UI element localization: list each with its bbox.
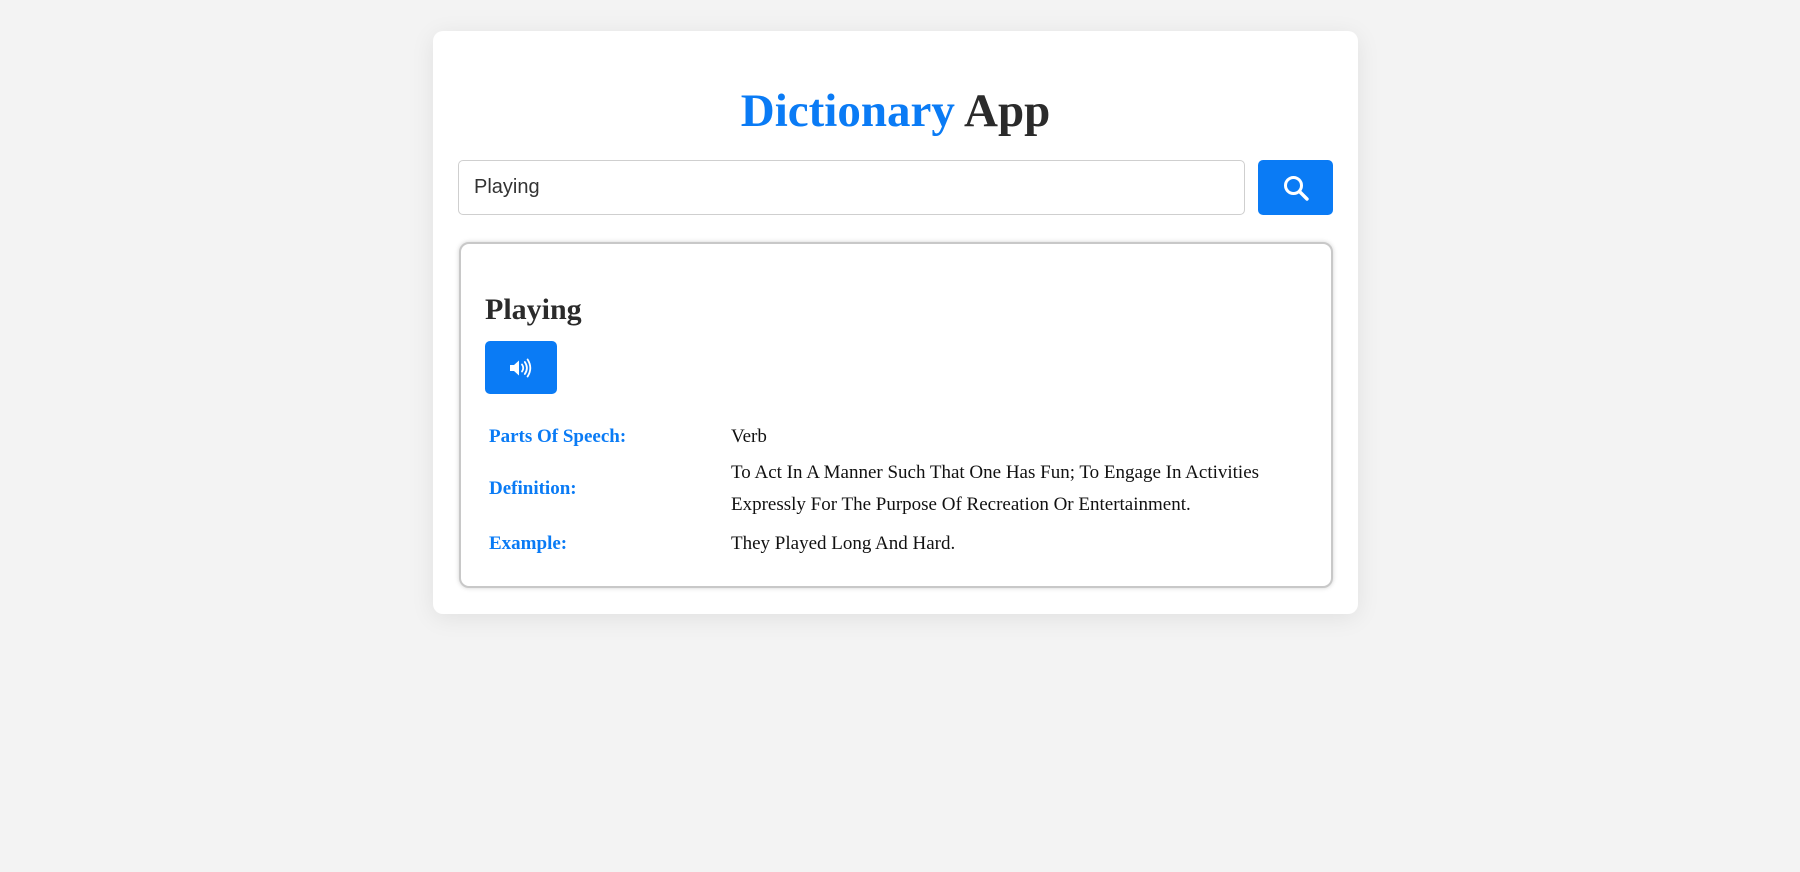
- search-row: [458, 160, 1333, 215]
- word-info-table: Parts Of Speech: Verb Definition: To Act…: [485, 422, 1315, 562]
- info-label: Example:: [489, 533, 568, 554]
- app-title-rest: App: [964, 85, 1051, 137]
- info-row-part-of-speech: Parts Of Speech: Verb: [485, 422, 1315, 452]
- search-input[interactable]: [458, 160, 1245, 215]
- speaker-icon: [510, 358, 532, 377]
- info-row-definition: Definition: To Act In A Manner Such That…: [485, 452, 1315, 526]
- info-row-example: Example: They Played Long And Hard.: [485, 526, 1315, 562]
- search-button[interactable]: [1258, 160, 1333, 215]
- info-label: Parts Of Speech:: [489, 426, 627, 447]
- info-value: They Played Long And Hard.: [731, 533, 956, 554]
- info-value: Verb: [731, 426, 767, 447]
- info-label: Definition:: [489, 478, 577, 499]
- result-word: Playing: [485, 293, 582, 326]
- play-audio-button[interactable]: [485, 341, 557, 394]
- info-value: To Act In A Manner Such That One Has Fun…: [731, 462, 1260, 515]
- app-title-accent: Dictionary: [740, 85, 955, 137]
- app-card: Dictionary App Playing Parts Of Speech: …: [433, 31, 1358, 614]
- app-title: Dictionary App: [433, 83, 1358, 139]
- result-card: Playing Parts Of Speech: Verb Definition…: [459, 242, 1333, 588]
- search-icon: [1283, 175, 1309, 201]
